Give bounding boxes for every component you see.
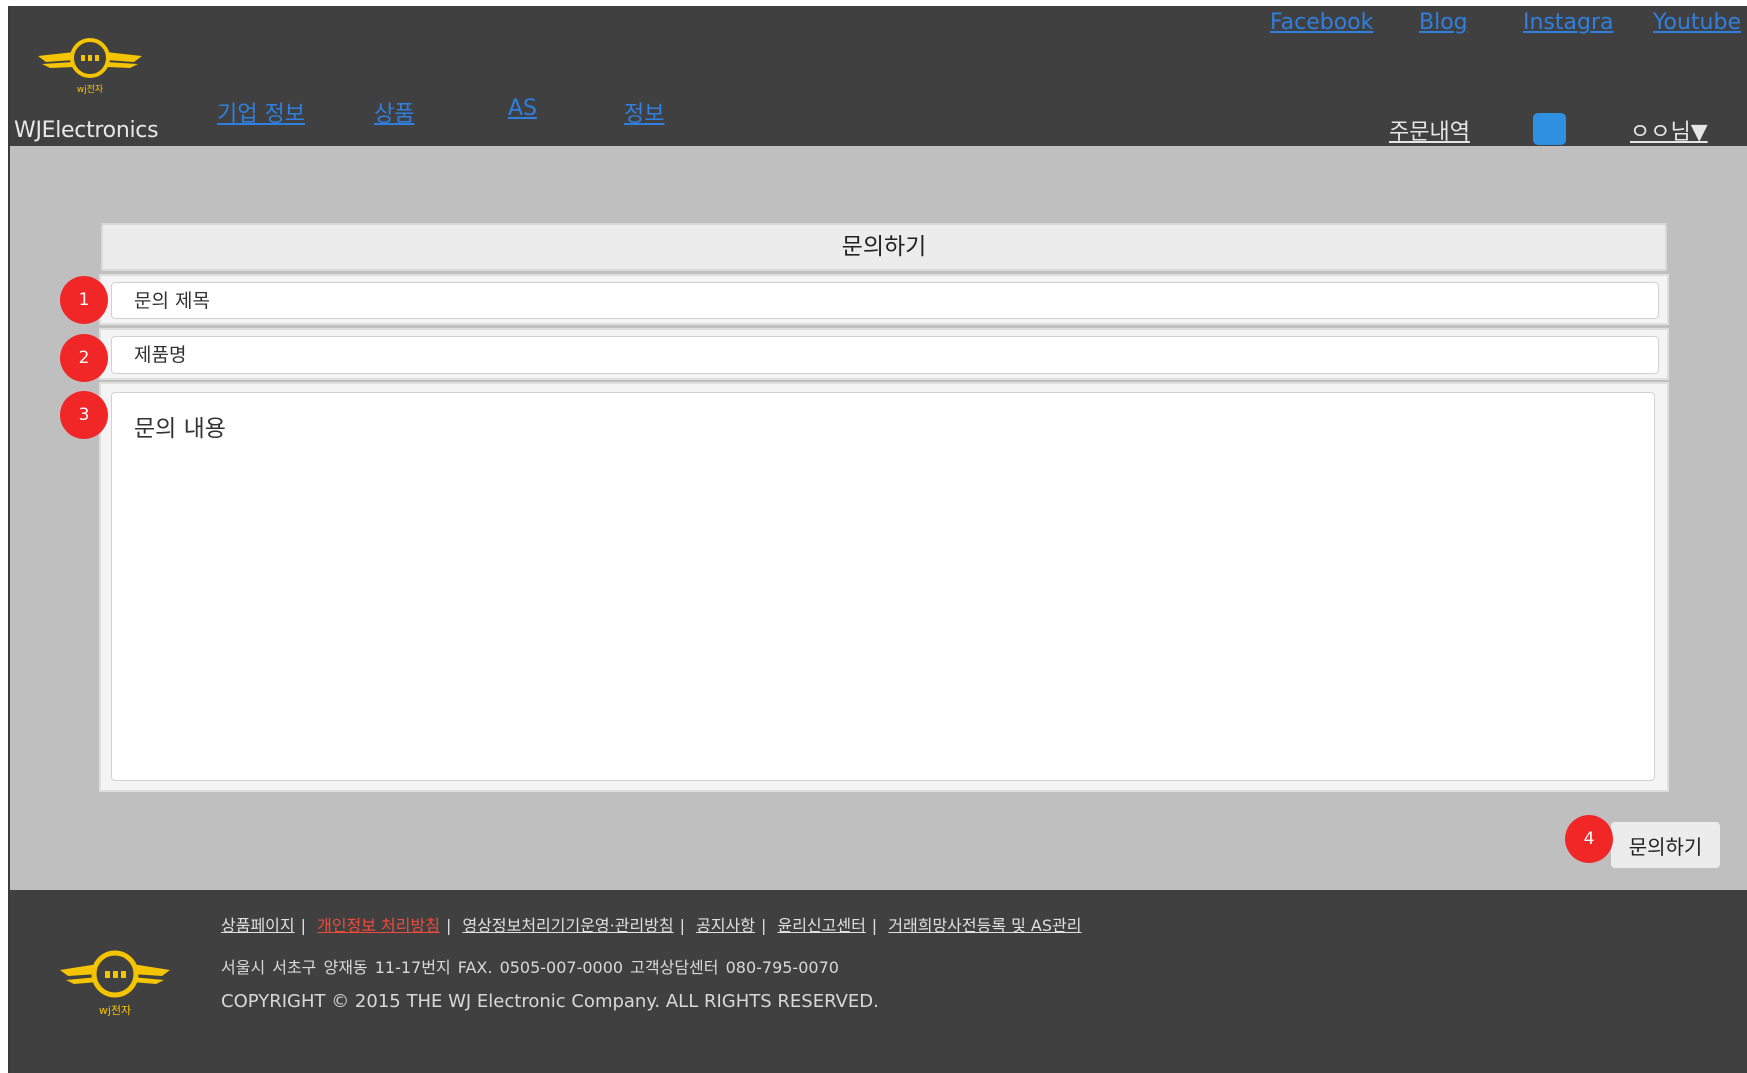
inquiry-subject-input[interactable] [111, 282, 1659, 319]
footer-links: 상품페이지 | 개인정보 처리방침 | 영상정보처리기기운영·관리방침 | 공지사항 |… [221, 916, 1082, 935]
footer-link-privacy[interactable]: 개인정보 처리방침 [317, 916, 440, 935]
footer: wj전자 상품페이지 | 개인정보 처리방침 | 영상정보처리기기운영·관리방침 | … [10, 890, 1747, 1073]
wj-footer-logo-icon: wj전자 [60, 950, 170, 1017]
form-title: 문의하기 [101, 223, 1667, 271]
annotation-marker-1: 1 [60, 276, 108, 324]
svg-text:wj전자: wj전자 [77, 84, 104, 95]
nav-as[interactable]: AS [508, 96, 537, 121]
youtube-link[interactable]: Youtube [1653, 10, 1741, 35]
svg-text:wj전자: wj전자 [99, 1004, 131, 1017]
instagram-link[interactable]: Instagra [1523, 10, 1614, 35]
inquiry-content-textarea[interactable] [111, 392, 1655, 781]
annotation-marker-2: 2 [60, 334, 108, 382]
footer-link-notice[interactable]: 공지사항 [696, 916, 755, 935]
blog-link[interactable]: Blog [1419, 10, 1468, 35]
blue-square-icon[interactable] [1533, 113, 1566, 145]
order-history-link[interactable]: 주문내역 [1389, 114, 1470, 146]
brand-name: WJElectronics [14, 118, 159, 143]
annotation-marker-3: 3 [60, 391, 108, 439]
product-name-input[interactable] [111, 336, 1659, 374]
footer-link-trade-as[interactable]: 거래희망사전등록 및 AS관리 [888, 916, 1081, 935]
page: wj전자 WJElectronics 기업 정보 상품 AS 정보 Facebo… [8, 6, 1747, 1073]
nav-products[interactable]: 상품 [374, 96, 414, 128]
content-field-frame [99, 382, 1669, 792]
nav-info[interactable]: 정보 [624, 96, 664, 128]
footer-copyright: COPYRIGHT © 2015 THE WJ Electronic Compa… [221, 991, 879, 1012]
submit-inquiry-button[interactable]: 문의하기 [1611, 822, 1720, 868]
annotation-marker-4: 4 [1565, 815, 1613, 863]
user-menu[interactable]: ㅇㅇ님▼ [1630, 114, 1708, 146]
footer-link-products[interactable]: 상품페이지 [221, 916, 295, 935]
wj-logo-icon[interactable]: wj전자 [38, 34, 142, 98]
footer-link-ethics[interactable]: 윤리신고센터 [777, 916, 865, 935]
facebook-link[interactable]: Facebook [1270, 10, 1373, 35]
subject-field-frame [99, 274, 1669, 325]
header: wj전자 WJElectronics 기업 정보 상품 AS 정보 Facebo… [10, 6, 1747, 146]
nav-company-info[interactable]: 기업 정보 [217, 96, 305, 128]
footer-link-cctv-policy[interactable]: 영상정보처리기기운영·관리방침 [462, 916, 673, 935]
product-field-frame [99, 328, 1669, 380]
footer-address: 서울시 서초구 양재동 11-17번지 FAX. 0505-007-0000 고… [221, 958, 839, 977]
